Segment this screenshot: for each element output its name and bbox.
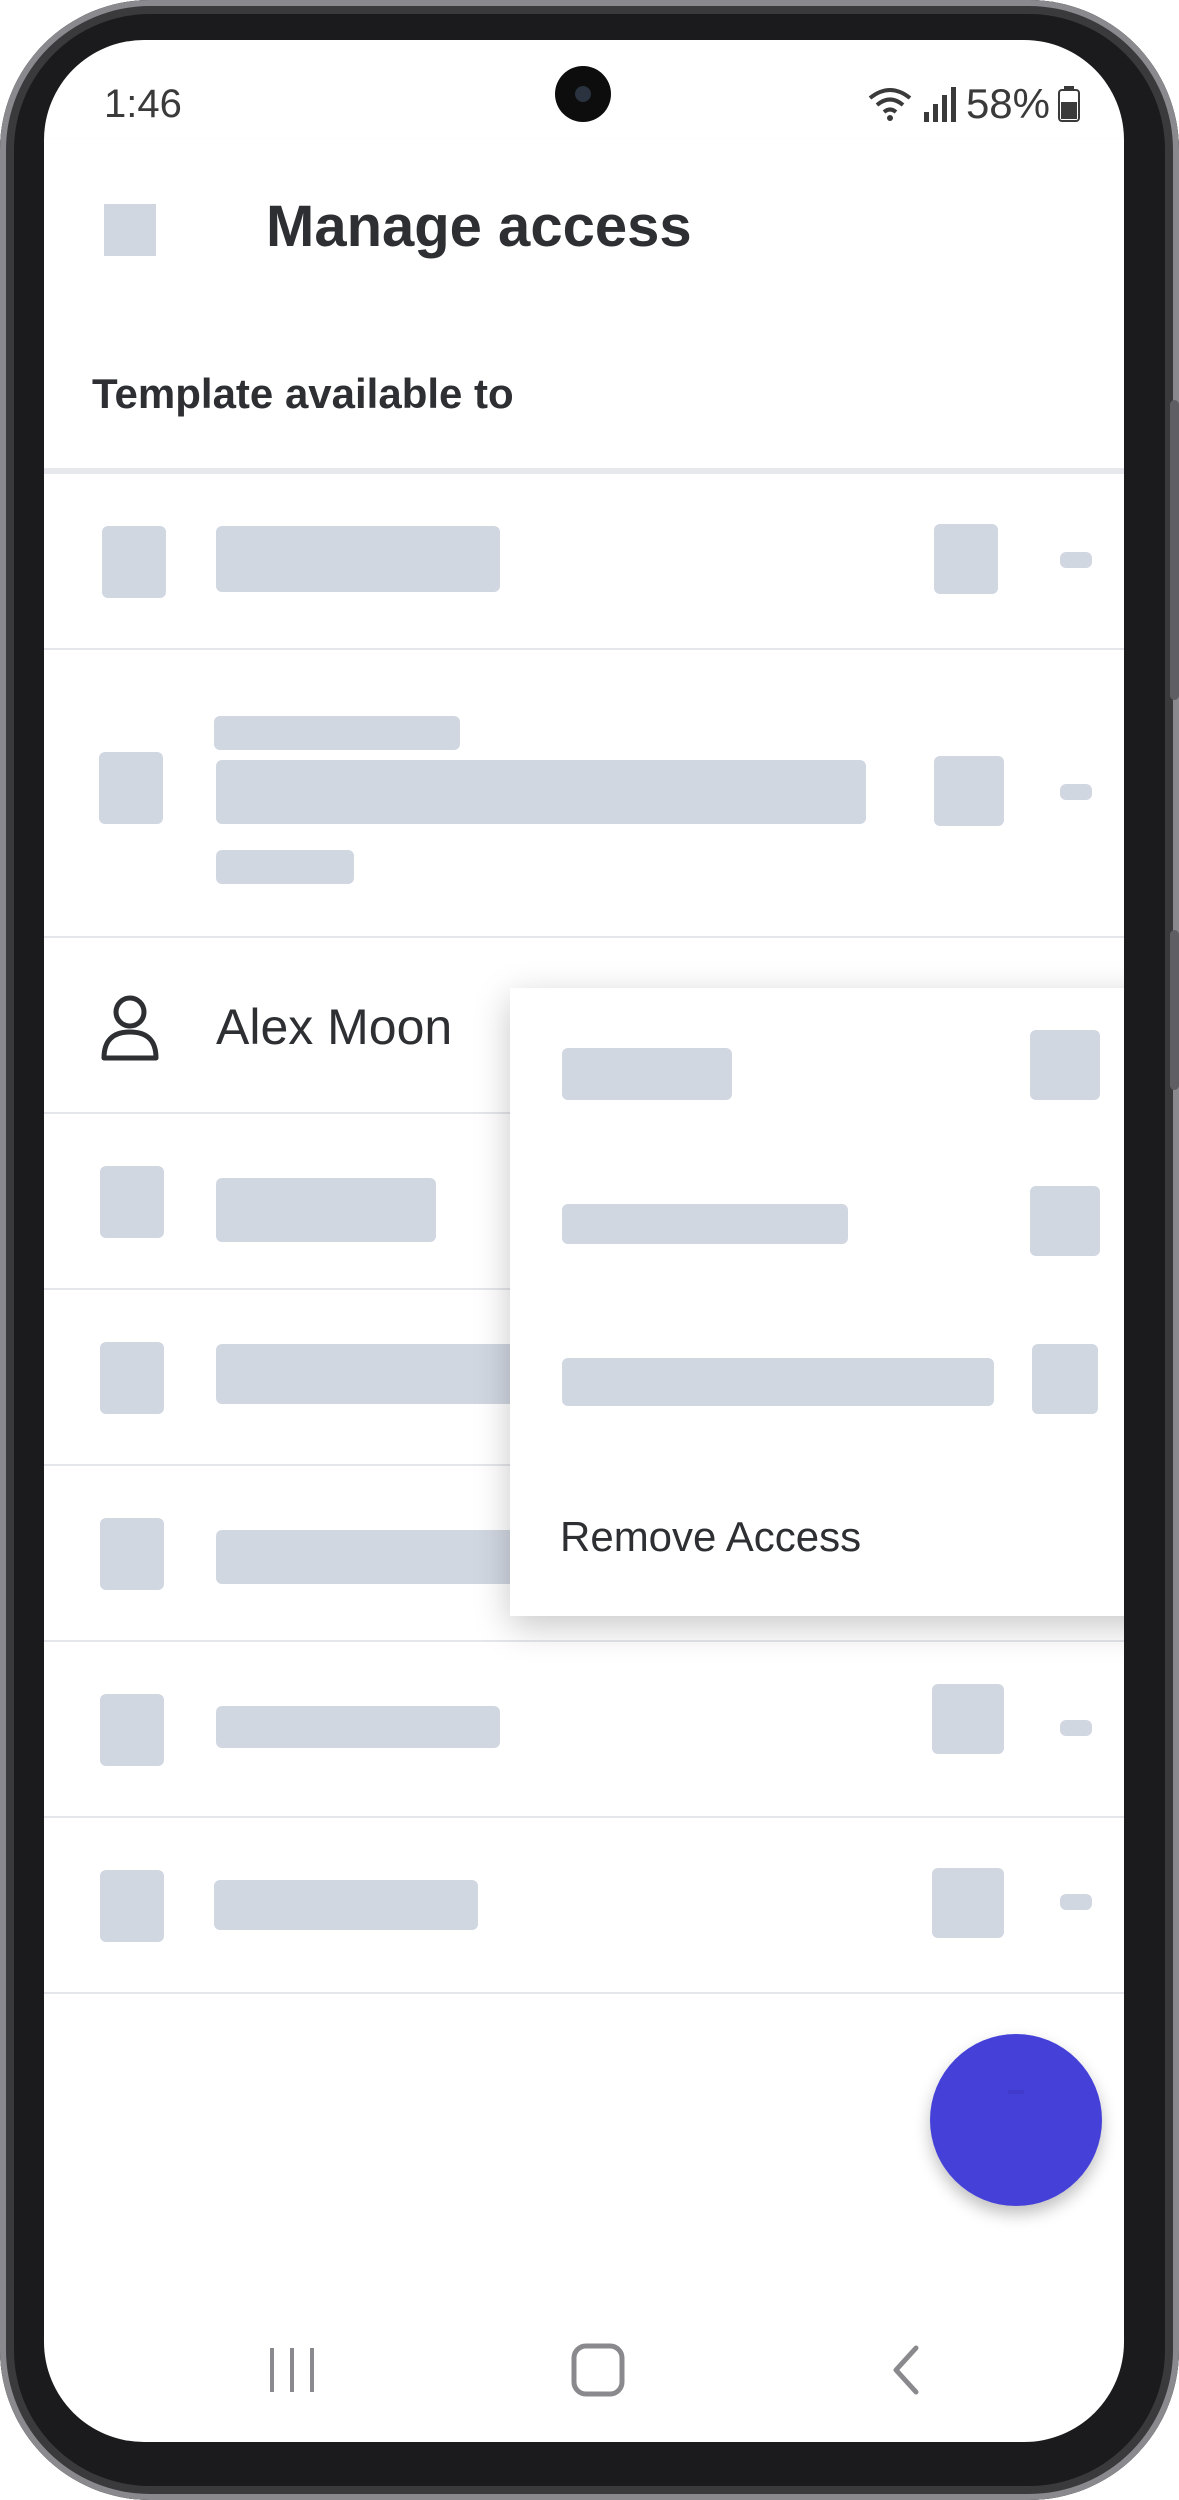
remove-access-menu-item[interactable]: Remove Access [560,1513,861,1561]
wifi-icon [868,88,912,121]
list-item-menu-icon[interactable] [1060,784,1092,800]
back-nav-icon[interactable] [886,2342,926,2398]
person-icon [101,995,159,1061]
recent-apps-icon[interactable] [266,2342,318,2398]
menu-item-check-icon [1030,1186,1100,1256]
user-name: Alex Moon [216,999,453,1055]
menu-item-label[interactable] [562,1204,848,1244]
list-item-role-icon[interactable] [932,1868,1004,1938]
list-item-role-icon[interactable] [932,1684,1004,1754]
side-button-power [1170,930,1179,1090]
list-item-label [216,1530,516,1584]
list-item-sublabel [216,850,354,884]
signal-icon [923,87,956,122]
list-item-icon [100,1694,164,1766]
list-item-label [216,1706,500,1748]
list-item-menu-icon[interactable] [1060,1720,1092,1736]
list-item-label [216,760,866,824]
list-item-icon [100,1342,164,1414]
menu-item-label[interactable] [562,1358,994,1406]
list-item-label [214,1880,478,1930]
battery-icon [1058,86,1080,122]
list-item-label [216,1178,436,1242]
list-item-role-icon[interactable] [934,756,1004,826]
list-item-label [216,526,500,592]
list-item-icon [100,1518,164,1590]
add-icon [1008,2090,1024,2094]
list-item-sublabel [214,716,460,750]
page-title: Manage access [266,194,692,259]
list-item-icon [100,1870,164,1942]
list-item-icon [99,752,163,824]
list-item-menu-icon[interactable] [1060,552,1092,568]
status-time: 1:46 [104,82,182,126]
section-title: Template available to [92,370,514,417]
list-item-icon [102,526,166,598]
list-item-icon [100,1166,164,1238]
list-item-menu-icon[interactable] [1060,1894,1092,1910]
list-item-label [216,1344,516,1404]
battery-percent: 58% [965,80,1050,127]
back-icon[interactable] [104,204,156,256]
menu-item-check-icon [1030,1030,1100,1100]
menu-item-label[interactable] [562,1048,732,1100]
screen: 1:46 58% Manage access Template availabl… [44,40,1124,2442]
front-camera [555,66,611,122]
home-icon[interactable] [570,2342,626,2398]
menu-item-check-icon [1032,1344,1098,1414]
side-button-volume [1170,400,1179,700]
status-icons: 58% [866,80,1080,128]
list-item-role-icon[interactable] [934,524,998,594]
add-fab-button[interactable] [930,2034,1102,2206]
